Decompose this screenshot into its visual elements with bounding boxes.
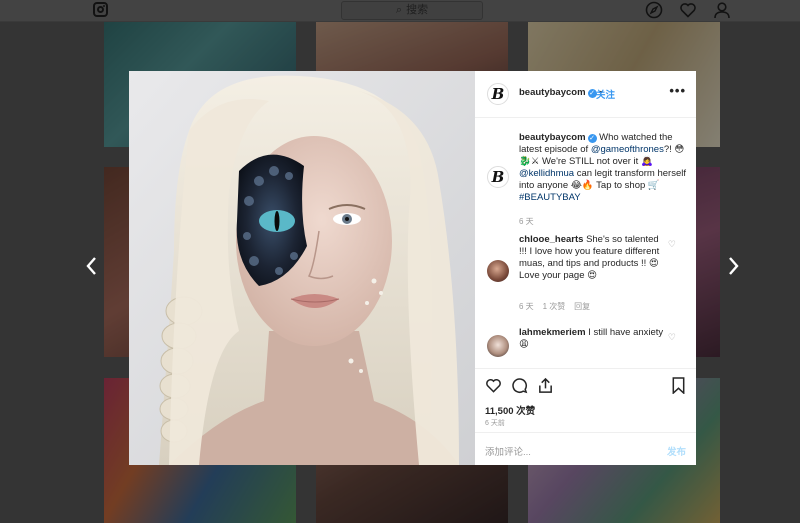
- post-action-bar: 11,500 次赞 6 天前 添加评论... 发布: [475, 368, 696, 465]
- verified-badge-icon: ✓: [587, 134, 597, 143]
- add-comment-bar: 添加评论... 发布: [475, 432, 696, 466]
- post-header: B beautybaycom ✓ • 关注 •••: [475, 71, 696, 118]
- comment-bubble-icon[interactable]: [511, 377, 528, 398]
- caption-username[interactable]: beautybaycom: [519, 132, 586, 143]
- mention-kellidhmua[interactable]: @kellidhmua: [519, 168, 574, 179]
- post-image[interactable]: [129, 71, 475, 465]
- likes-count[interactable]: 11,500 次赞: [485, 403, 535, 417]
- post-details-panel: B beautybaycom ✓ • 关注 ••• B beautybaycom ✓…: [475, 71, 696, 465]
- mention-gameofthrones[interactable]: @gameofthrones: [591, 144, 664, 155]
- next-post-arrow-icon[interactable]: [726, 255, 742, 279]
- comment-like-heart-icon[interactable]: ♡: [668, 332, 676, 343]
- comment-item: lahmekmeriem I still have anxiety 😩: [519, 327, 669, 351]
- comment-username[interactable]: lahmekmeriem: [519, 327, 586, 338]
- comment-likes[interactable]: 1 次赞: [543, 302, 566, 311]
- bookmark-icon[interactable]: [671, 377, 686, 398]
- add-comment-input[interactable]: 添加评论...: [485, 444, 531, 458]
- comment-reply-button[interactable]: 回复: [574, 302, 590, 311]
- post-date[interactable]: 6 天前: [485, 418, 505, 428]
- comment-time[interactable]: 6 天: [519, 302, 534, 311]
- like-heart-icon[interactable]: [485, 377, 502, 398]
- caption-avatar[interactable]: B: [487, 166, 509, 188]
- account-avatar[interactable]: B: [487, 83, 509, 105]
- comment-username[interactable]: chlooe_hearts: [519, 234, 583, 245]
- comment-item: chlooe_hearts She's so talented !!! I lo…: [519, 234, 669, 282]
- caption-time[interactable]: 6 天: [519, 216, 689, 228]
- comment-like-heart-icon[interactable]: ♡: [668, 239, 676, 250]
- previous-post-arrow-icon[interactable]: [83, 255, 99, 279]
- commenter-avatar[interactable]: [487, 335, 509, 357]
- follow-button[interactable]: 关注: [596, 87, 615, 101]
- comment-meta: 6 天 1 次赞 回复: [519, 301, 590, 312]
- publish-button[interactable]: 发布: [667, 444, 686, 458]
- commenter-avatar[interactable]: [487, 260, 509, 282]
- more-options-icon[interactable]: •••: [669, 83, 686, 98]
- post-author: beautybaycom ✓ •: [519, 87, 603, 98]
- share-icon[interactable]: [537, 377, 554, 398]
- post-author-username[interactable]: beautybaycom: [519, 87, 586, 98]
- hashtag-beautybay[interactable]: #BEAUTYBAY: [519, 192, 581, 203]
- post-caption: beautybaycom ✓ Who watched the latest epi…: [519, 132, 689, 228]
